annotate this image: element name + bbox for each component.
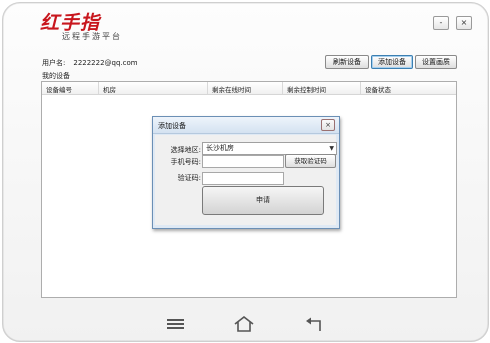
- dialog-titlebar[interactable]: 添加设备 ×: [153, 117, 339, 134]
- get-code-button[interactable]: 获取验证码: [285, 154, 336, 168]
- region-value: 长沙机房: [206, 144, 234, 152]
- refresh-devices-button[interactable]: 刷新设备: [325, 55, 369, 69]
- username-value: 2222222@qq.com: [73, 59, 138, 67]
- column-header-control-time[interactable]: 剩余控制时间: [282, 82, 326, 94]
- column-header-room[interactable]: 机房: [98, 82, 116, 94]
- column-header-online-time[interactable]: 剩余在线时间: [207, 82, 251, 94]
- verification-code-input[interactable]: [202, 172, 284, 185]
- apply-button[interactable]: 申请: [202, 186, 324, 215]
- back-icon[interactable]: [302, 316, 326, 332]
- code-label: 验证码:: [177, 174, 201, 182]
- region-label: 选择地区:: [170, 146, 201, 154]
- column-header-device-id[interactable]: 设备编号: [46, 84, 72, 94]
- column-header-status[interactable]: 设备状态: [360, 82, 391, 94]
- add-device-dialog: 添加设备 × 选择地区: 长沙机房 ▼ 手机号码: 获取验证码 验证码: 申请: [152, 116, 340, 229]
- my-devices-label: 我的设备: [42, 72, 70, 80]
- chevron-down-icon: ▼: [329, 145, 334, 152]
- phone-input[interactable]: [202, 155, 284, 168]
- table-header: 设备编号 机房 剩余在线时间 剩余控制时间 设备状态: [42, 82, 456, 95]
- quality-settings-button[interactable]: 设置画质: [415, 55, 457, 69]
- user-info: 用户名: 2222222@qq.com: [42, 58, 138, 68]
- brand-subtitle: 远程手游平台: [62, 32, 122, 41]
- dialog-body: 选择地区: 长沙机房 ▼ 手机号码: 获取验证码 验证码: 申请: [155, 135, 337, 225]
- add-device-button[interactable]: 添加设备: [371, 55, 413, 69]
- minimize-button[interactable]: -: [433, 16, 449, 30]
- close-button[interactable]: ×: [456, 16, 472, 30]
- phone-label: 手机号码:: [170, 158, 201, 166]
- menu-icon[interactable]: [164, 316, 188, 332]
- dialog-close-button[interactable]: ×: [321, 119, 335, 131]
- dialog-title: 添加设备: [158, 122, 186, 130]
- username-label: 用户名:: [42, 59, 66, 67]
- home-icon[interactable]: [232, 315, 256, 332]
- app-logo: 红手指 远程手游平台: [40, 8, 160, 42]
